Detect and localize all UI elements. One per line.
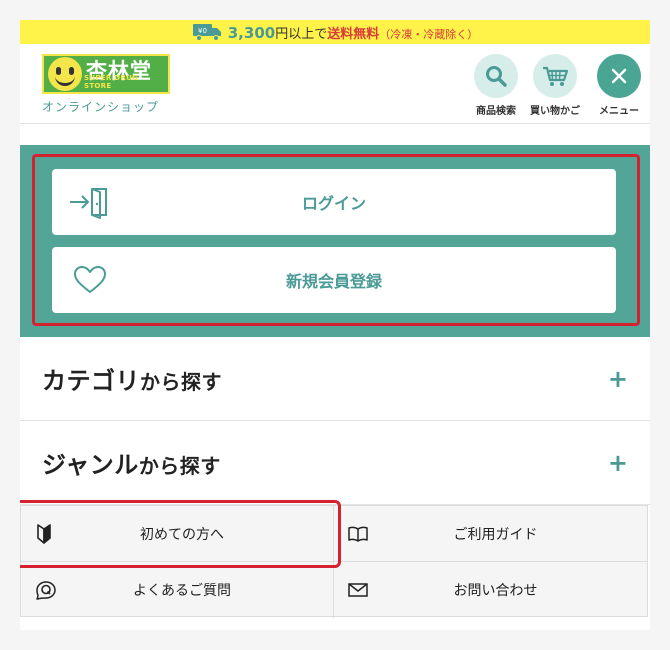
logo-subtitle: SUPER DRUG STORE xyxy=(84,74,139,90)
menu-button[interactable]: メニュー xyxy=(589,54,649,117)
store-logo[interactable]: 杏林堂 SUPER DRUG STORE オンラインショップ xyxy=(42,54,170,115)
site-header: 杏林堂 SUPER DRUG STORE オンラインショップ 商品検索 買い物か… xyxy=(20,44,650,124)
smiley-icon xyxy=(48,57,82,91)
product-search-label: 商品検索 xyxy=(476,106,516,117)
svg-text:¥0: ¥0 xyxy=(198,27,207,35)
logo-mark: 杏林堂 SUPER DRUG STORE xyxy=(42,54,170,94)
menu-label: メニュー xyxy=(599,106,639,117)
promo-free-shipping: 送料無料 xyxy=(327,26,380,42)
register-label: 新規会員登録 xyxy=(285,272,382,291)
login-door-icon xyxy=(62,185,118,219)
login-button[interactable]: ログイン xyxy=(52,169,616,235)
promo-amount-suffix: 円以上で xyxy=(275,26,328,42)
envelope-icon xyxy=(348,583,368,597)
help-links-grid: 初めての方へ ご利用ガイド よくあるご質問 お問い合わせ xyxy=(20,505,648,618)
first-time-label: 初めての方へ xyxy=(140,526,224,543)
faq-q-icon xyxy=(35,580,57,600)
faq-label: よくあるご質問 xyxy=(133,583,231,599)
menu-circle xyxy=(597,54,641,98)
logo-caption: オンラインショップ xyxy=(42,100,160,114)
beginner-mark-icon xyxy=(35,523,53,544)
expand-plus-icon: + xyxy=(607,448,628,477)
user-guide-label: ご利用ガイド xyxy=(453,526,538,543)
cart-label: 買い物かご xyxy=(530,106,580,117)
contact-link[interactable]: お問い合わせ xyxy=(334,562,647,618)
shipping-promo-banner: ¥0 3,300円以上で送料無料（冷凍・冷蔵除く） xyxy=(20,20,650,44)
promo-amount: 3,300 xyxy=(227,23,276,42)
cart-icon xyxy=(543,66,568,86)
faq-link[interactable]: よくあるご質問 xyxy=(21,562,334,618)
page: ¥0 3,300円以上で送料無料（冷凍・冷蔵除く） 杏林堂 SUPER DRUG… xyxy=(20,20,650,630)
product-search-button[interactable]: 商品検索 xyxy=(466,54,526,117)
cart-button[interactable]: 買い物かご xyxy=(525,54,585,117)
genre-search-heading: ジャンルから探す xyxy=(42,451,221,479)
heart-icon xyxy=(62,265,118,295)
first-time-link[interactable]: 初めての方へ xyxy=(21,506,334,562)
login-label: ログイン xyxy=(301,194,366,213)
user-guide-link[interactable]: ご利用ガイド xyxy=(334,506,647,562)
search-circle xyxy=(474,54,518,98)
cart-circle xyxy=(533,54,577,98)
genre-search-accordion[interactable]: ジャンルから探す + xyxy=(20,421,650,505)
close-icon xyxy=(611,68,627,84)
category-search-accordion[interactable]: カテゴリから探す + xyxy=(20,337,650,421)
truck-icon: ¥0 xyxy=(192,23,222,41)
promo-note: （冷凍・冷蔵除く） xyxy=(379,27,479,41)
search-icon xyxy=(486,66,507,87)
expand-plus-icon: + xyxy=(607,364,628,393)
account-panel: ログイン 新規会員登録 xyxy=(20,145,650,337)
contact-label: お問い合わせ xyxy=(453,583,538,599)
register-button[interactable]: 新規会員登録 xyxy=(52,247,616,313)
book-icon xyxy=(348,526,368,542)
category-search-heading: カテゴリから探す xyxy=(42,367,222,395)
